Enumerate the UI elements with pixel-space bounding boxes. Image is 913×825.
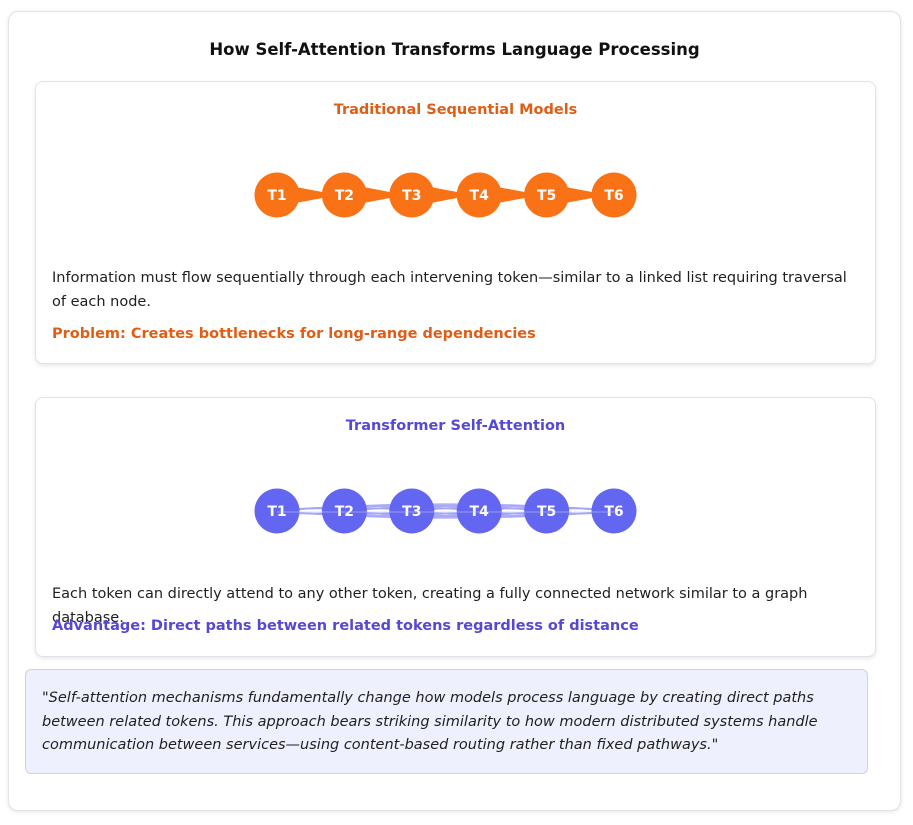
summary-quote: "Self-attention mechanisms fundamentally… — [25, 669, 868, 774]
attention-token-graph: T1 T2 T3 T4 T5 T6 — [254, 488, 637, 534]
sequential-node-label: T5 — [537, 188, 556, 204]
self-attention-card: Transformer Self-Attention T1 T2 T3 T4 T5 T6 … — [35, 397, 876, 657]
sequential-models-card: Traditional Sequential Models T1 T2 T3 T4 T5… — [35, 81, 876, 364]
sequential-node-label: T1 — [267, 188, 286, 204]
sequential-problem-note: Problem: Creates bottlenecks for long-ra… — [52, 326, 536, 342]
sequential-node-label: T4 — [470, 188, 490, 204]
sequential-description: Information must flow sequentially throu… — [52, 270, 847, 310]
attention-advantage-note: Advantage: Direct paths between related … — [52, 618, 639, 634]
page-title: How Self-Attention Transforms Language P… — [209, 40, 700, 59]
sequential-token-chain: T1 T2 T3 T4 T5 T6 — [254, 172, 637, 218]
sequential-node-label: T2 — [335, 188, 354, 204]
sequential-node-label: T6 — [604, 188, 623, 204]
sequential-node-label: T3 — [402, 188, 421, 204]
